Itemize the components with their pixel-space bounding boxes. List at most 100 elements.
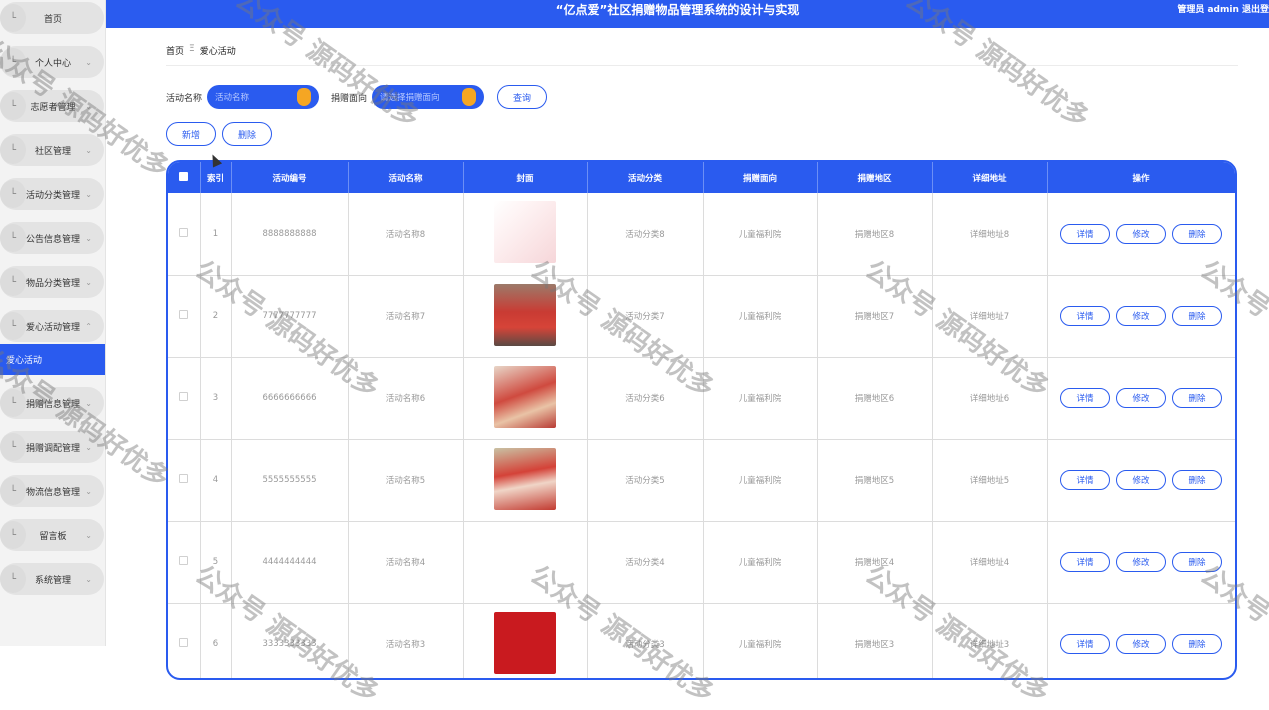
delete-button[interactable]: 删除 bbox=[1172, 470, 1222, 490]
chevron-icon: ⌄ bbox=[85, 145, 92, 155]
row-checkbox[interactable] bbox=[179, 392, 189, 401]
cell-index: 1 bbox=[200, 193, 232, 276]
sidebar-item-label: 系统管理 bbox=[34, 575, 71, 586]
cell-region: 捐赠地区7 bbox=[817, 275, 933, 358]
delete-button[interactable]: 删除 bbox=[1172, 388, 1222, 408]
sidebar-item[interactable]: └ 捐赠信息管理 ⌄ bbox=[0, 387, 104, 419]
cover-image[interactable] bbox=[494, 201, 556, 264]
row-select-cell[interactable] bbox=[168, 357, 201, 440]
delete-button[interactable]: 删除 bbox=[1172, 306, 1222, 326]
sidebar-item[interactable]: └ 社区管理 ⌄ bbox=[0, 134, 104, 166]
cell-address: 详细地址4 bbox=[932, 521, 1048, 604]
column-header: 捐赠面向 bbox=[703, 162, 818, 193]
row-checkbox[interactable] bbox=[179, 310, 189, 319]
detail-button[interactable]: 详情 bbox=[1060, 552, 1110, 572]
cell-category: 活动分类8 bbox=[587, 193, 704, 276]
menu-item-icon: └ bbox=[0, 92, 26, 120]
chevron-icon: ⌄ bbox=[85, 101, 92, 111]
cell-index: 2 bbox=[200, 275, 232, 358]
sidebar-item-label: 捐赠信息管理 bbox=[25, 399, 80, 410]
table-row: 3 6666666666 活动名称6 活动分类6 儿童福利院 捐赠地区6 详细地址6 详情 修改… bbox=[168, 357, 1235, 440]
user-info[interactable]: 管理员 admin 退出登 bbox=[1177, 0, 1269, 20]
cell-cover bbox=[463, 439, 588, 522]
cell-activity-name: 活动名称8 bbox=[348, 193, 464, 276]
delete-button[interactable]: 删除 bbox=[1172, 223, 1222, 244]
menu-item-icon: └ bbox=[0, 521, 26, 549]
sidebar-item-label: 公告信息管理 bbox=[25, 234, 80, 245]
sidebar-item[interactable]: └ 捐赠调配管理 ⌄ bbox=[0, 431, 104, 463]
cell-activity-name: 活动名称5 bbox=[348, 439, 464, 522]
add-button[interactable]: 新增 bbox=[166, 122, 216, 146]
cover-image[interactable] bbox=[494, 611, 556, 674]
menu-item-icon: └ bbox=[0, 4, 26, 32]
row-select-cell[interactable] bbox=[168, 521, 201, 604]
cell-address: 详细地址8 bbox=[932, 193, 1048, 276]
detail-button[interactable]: 详情 bbox=[1060, 306, 1110, 326]
row-checkbox[interactable] bbox=[179, 474, 189, 483]
query-button[interactable]: 查询 bbox=[497, 85, 547, 109]
detail-button[interactable]: 详情 bbox=[1060, 634, 1110, 654]
edit-button[interactable]: 修改 bbox=[1116, 306, 1166, 326]
cell-activity-code: 5555555555 bbox=[231, 439, 349, 522]
sidebar-item[interactable]: └ 公告信息管理 ⌄ bbox=[0, 222, 104, 254]
breadcrumb: 首页 Ξ 爱心活动 bbox=[166, 44, 236, 57]
select-knob-icon bbox=[462, 88, 476, 106]
cell-direction: 儿童福利院 bbox=[703, 439, 818, 522]
cover-image[interactable] bbox=[494, 529, 556, 592]
select-all-checkbox[interactable] bbox=[179, 171, 189, 181]
cell-address: 详细地址7 bbox=[932, 275, 1048, 358]
sidebar-item[interactable]: └ 志愿者管理 ⌄ bbox=[0, 90, 104, 122]
cover-image[interactable] bbox=[494, 365, 556, 428]
sidebar-item[interactable]: └ 首页 bbox=[0, 2, 104, 34]
edit-button[interactable]: 修改 bbox=[1116, 223, 1166, 244]
edit-button[interactable]: 修改 bbox=[1116, 552, 1166, 572]
cell-category: 活动分类3 bbox=[587, 603, 704, 678]
detail-button[interactable]: 详情 bbox=[1060, 388, 1110, 408]
table-header-row: 索引 活动编号 活动名称 封面 活动分类 捐赠面向 捐赠地区 详细地址 操作 bbox=[168, 162, 1235, 193]
row-select-cell[interactable] bbox=[168, 439, 201, 522]
sidebar-item[interactable]: └ 留言板 ⌄ bbox=[0, 519, 104, 551]
column-header: 捐赠地区 bbox=[817, 162, 933, 193]
sidebar-item[interactable]: └ 个人中心 ⌄ bbox=[0, 46, 104, 78]
breadcrumb-home[interactable]: 首页 bbox=[166, 44, 184, 57]
row-select-cell[interactable] bbox=[168, 603, 201, 678]
cell-activity-name: 活动名称3 bbox=[348, 603, 464, 678]
header-select-all[interactable] bbox=[168, 162, 201, 193]
delete-button[interactable]: 删除 bbox=[1172, 552, 1222, 572]
sidebar-subitem-active[interactable]: 爱心活动 bbox=[0, 344, 105, 375]
edit-button[interactable]: 修改 bbox=[1116, 388, 1166, 408]
row-select-cell[interactable] bbox=[168, 275, 201, 358]
activity-name-input[interactable]: 活动名称 bbox=[207, 85, 319, 109]
column-header: 封面 bbox=[463, 162, 588, 193]
sidebar-item[interactable]: └ 活动分类管理 ⌄ bbox=[0, 178, 104, 210]
edit-button[interactable]: 修改 bbox=[1116, 470, 1166, 490]
row-select-cell[interactable] bbox=[168, 193, 201, 276]
detail-button[interactable]: 详情 bbox=[1060, 223, 1110, 244]
cell-category: 活动分类7 bbox=[587, 275, 704, 358]
sidebar-item[interactable]: └ 爱心活动管理 ⌃ bbox=[0, 310, 104, 342]
donation-direction-select[interactable]: 请选择捐赠面向 bbox=[372, 85, 484, 109]
chevron-icon: ⌄ bbox=[85, 233, 92, 243]
column-header: 索引 bbox=[200, 162, 232, 193]
cell-activity-code: 3333333333 bbox=[231, 603, 349, 678]
delete-button[interactable]: 删除 bbox=[1172, 634, 1222, 654]
sidebar-item-label: 活动分类管理 bbox=[25, 190, 80, 201]
chevron-icon: ⌄ bbox=[85, 277, 92, 287]
cell-activity-code: 6666666666 bbox=[231, 357, 349, 440]
cell-region: 捐赠地区6 bbox=[817, 357, 933, 440]
cell-address: 详细地址5 bbox=[932, 439, 1048, 522]
sidebar-item[interactable]: └ 系统管理 ⌄ bbox=[0, 563, 104, 595]
sidebar-item[interactable]: └ 物品分类管理 ⌄ bbox=[0, 266, 104, 298]
cell-cover bbox=[463, 603, 588, 678]
row-checkbox[interactable] bbox=[179, 227, 189, 237]
sidebar-item[interactable]: └ 物流信息管理 ⌄ bbox=[0, 475, 104, 507]
row-checkbox[interactable] bbox=[179, 556, 189, 565]
sidebar: └ 首页 └ 个人中心 ⌄ └ 志愿者管理 ⌄ └ 社区管理 ⌄ └ 活动分类管理 ⌄ └ 公告信息管理 ⌄ └ 物… bbox=[0, 0, 106, 646]
cover-image[interactable] bbox=[494, 283, 556, 346]
edit-button[interactable]: 修改 bbox=[1116, 634, 1166, 654]
batch-delete-button[interactable]: 删除 bbox=[222, 122, 272, 146]
detail-button[interactable]: 详情 bbox=[1060, 470, 1110, 490]
cell-address: 详细地址3 bbox=[932, 603, 1048, 678]
cover-image[interactable] bbox=[494, 447, 556, 510]
column-header: 详细地址 bbox=[932, 162, 1048, 193]
